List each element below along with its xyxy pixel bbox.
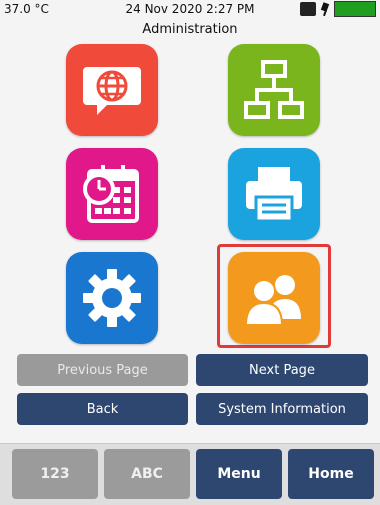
previous-page-button[interactable]: Previous Page [17,354,188,386]
device-screen: 37.0 °C 24 Nov 2020 2:27 PM Administrati… [0,0,380,505]
status-bar: 37.0 °C 24 Nov 2020 2:27 PM [0,0,380,20]
globe-speech-icon [83,67,141,115]
language-tile[interactable] [66,44,158,136]
alpha-keypad-button[interactable]: ABC [104,449,190,499]
page-title: Administration [142,22,238,37]
next-page-button[interactable]: Next Page [196,354,368,386]
plug-icon [320,2,330,16]
home-button[interactable]: Home [288,449,374,499]
back-button[interactable]: Back [17,393,188,425]
users-tile[interactable] [228,252,320,344]
printer-tile[interactable] [228,148,320,240]
calendar-clock-icon [83,165,139,223]
menu-button[interactable]: Menu [196,449,282,499]
network-hierarchy-icon [244,60,304,119]
status-icons [300,1,376,17]
printer-icon [246,167,302,223]
numeric-keypad-button[interactable]: 123 [12,449,98,499]
printer-status-icon [300,2,316,16]
date-time-tile[interactable] [66,148,158,240]
gear-icon [83,269,141,327]
network-tile[interactable] [228,44,320,136]
system-information-button[interactable]: System Information [196,393,368,425]
footer-bar: 123 ABC Menu Home [0,443,380,505]
users-icon [244,275,301,326]
battery-icon [334,1,376,17]
settings-tile[interactable] [66,252,158,344]
